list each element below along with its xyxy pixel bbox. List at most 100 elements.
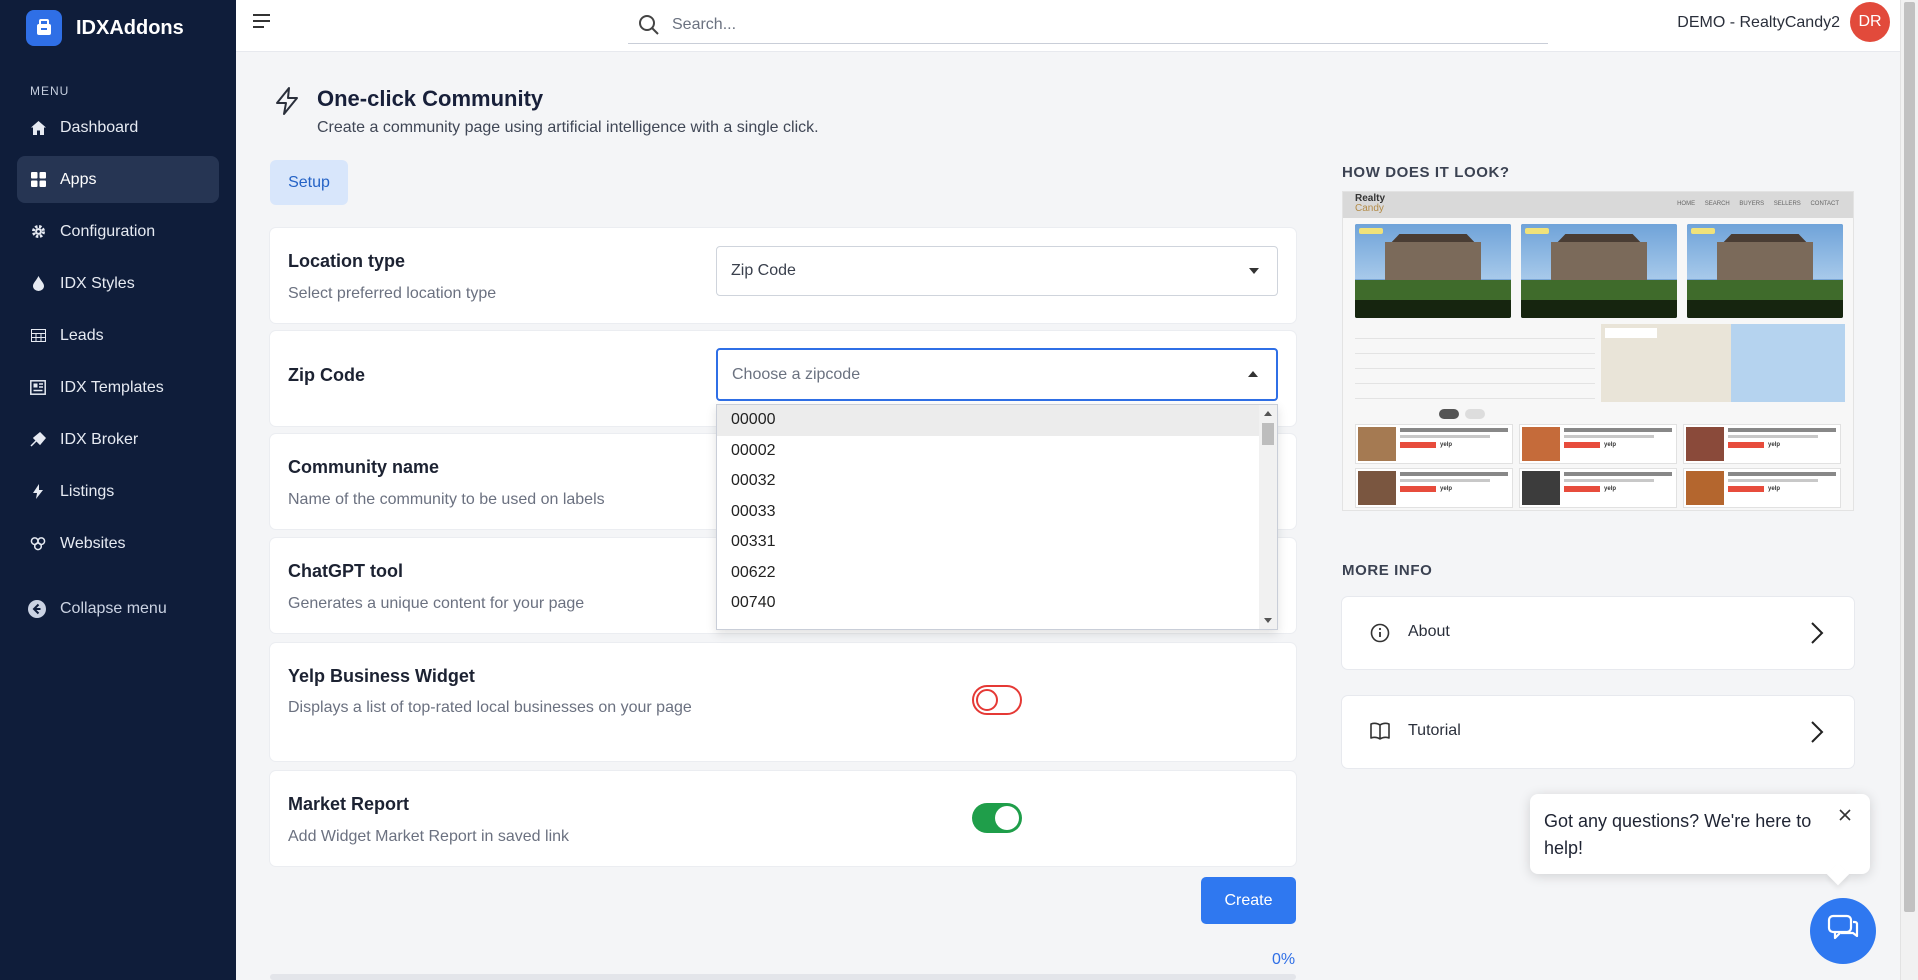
tutorial-card[interactable]: Tutorial: [1342, 696, 1854, 768]
sidebar-item-label: Leads: [60, 326, 104, 344]
sidebar-item-apps[interactable]: Apps: [17, 156, 219, 203]
location-type-row: Location type Select preferred location …: [270, 228, 1296, 323]
location-type-select[interactable]: Zip Code: [716, 246, 1278, 296]
create-button[interactable]: Create: [1201, 877, 1296, 924]
sidebar-item-label: Websites: [60, 534, 126, 552]
chatgpt-tool-desc: Generates a unique content for your page: [288, 595, 585, 612]
sidebar-nav: Dashboard Apps Configuration IDX Styles …: [17, 104, 219, 572]
yelp-widget-title: Yelp Business Widget: [288, 666, 475, 686]
zip-option[interactable]: 00622: [717, 558, 1277, 589]
chatgpt-tool-title: ChatGPT tool: [288, 561, 403, 581]
sidebar-item-label: Configuration: [60, 222, 156, 240]
table-icon: [30, 328, 46, 344]
progress-bar: [270, 974, 1296, 980]
sidebar-item-leads[interactable]: Leads: [17, 312, 219, 359]
brand[interactable]: IDXAddons: [26, 10, 184, 46]
location-type-title: Location type: [288, 251, 406, 271]
hamburger-menu-icon[interactable]: [252, 13, 274, 31]
page-scrollbar-thumb[interactable]: [1904, 2, 1915, 912]
home-icon: [30, 120, 46, 136]
yelp-label: yelp: [1604, 442, 1617, 448]
zip-option[interactable]: 00032: [717, 466, 1277, 497]
sidebar-item-idx-styles[interactable]: IDX Styles: [17, 260, 219, 307]
market-report-title: Market Report: [288, 794, 410, 814]
community-name-desc: Name of the community to be used on labe…: [288, 491, 605, 508]
preview-business-card: yelp: [1683, 424, 1841, 464]
tutorial-label: Tutorial: [1408, 722, 1461, 739]
yelp-label: yelp: [1440, 486, 1453, 492]
sidebar-item-configuration[interactable]: Configuration: [17, 208, 219, 255]
sidebar-item-idx-templates[interactable]: IDX Templates: [17, 364, 219, 411]
dropdown-scrollbar-thumb[interactable]: [1262, 423, 1274, 445]
brand-name: IDXAddons: [76, 16, 184, 39]
droplet-icon: [30, 276, 46, 292]
yelp-label: yelp: [1768, 442, 1781, 448]
preview-logo-bottom: Candy: [1355, 203, 1384, 214]
sidebar-item-idx-broker[interactable]: IDX Broker: [17, 416, 219, 463]
arrow-left-circle-icon: [28, 600, 46, 618]
websites-icon: [30, 536, 46, 552]
collapse-menu-label: Collapse menu: [60, 600, 167, 617]
chat-message: Got any questions? We're here to help!: [1544, 811, 1812, 858]
more-info-heading: MORE INFO: [1342, 562, 1433, 579]
collapse-menu-button[interactable]: Collapse menu: [28, 600, 167, 618]
sidebar-item-label: Apps: [60, 170, 97, 188]
preview-header: Realty Candy HOME SEARCH BUYERS SELLERS C…: [1343, 192, 1853, 218]
sidebar-item-label: Listings: [60, 482, 115, 500]
zip-option[interactable]: 00002: [717, 436, 1277, 467]
zip-option[interactable]: 00033: [717, 497, 1277, 528]
preview-business-card: yelp: [1683, 468, 1841, 508]
bolt-outline-icon: [272, 86, 302, 116]
zip-code-dropdown: 00000 00002 00032 00033 00331 00622 0074…: [716, 404, 1278, 630]
preview-listing-card: [1687, 224, 1843, 318]
sidebar-item-dashboard[interactable]: Dashboard: [17, 104, 219, 151]
user-name[interactable]: DEMO - RealtyCandy2: [1677, 14, 1840, 32]
page-scrollbar[interactable]: [1900, 0, 1918, 980]
zip-option[interactable]: 00740: [717, 588, 1277, 619]
zip-code-title: Zip Code: [288, 365, 365, 385]
chat-icon: [1827, 914, 1859, 949]
template-icon: [30, 380, 46, 396]
preview-business-card: yelp: [1519, 424, 1677, 464]
sidebar-item-label: IDX Templates: [60, 378, 164, 396]
preview-nav: HOME SEARCH BUYERS SELLERS CONTACT: [1677, 201, 1839, 207]
chevron-right-icon: [1810, 720, 1824, 744]
yelp-label: yelp: [1604, 486, 1617, 492]
about-card[interactable]: About: [1342, 597, 1854, 669]
preview-business-card: yelp: [1355, 424, 1513, 464]
avatar[interactable]: DR: [1850, 2, 1890, 42]
zip-code-select[interactable]: Choose a zipcode: [716, 348, 1278, 401]
market-report-toggle[interactable]: [972, 803, 1022, 833]
preview-listing-card: [1355, 224, 1511, 318]
caret-down-icon: [1249, 268, 1259, 274]
about-label: About: [1408, 623, 1450, 640]
zip-option[interactable]: 00331: [717, 527, 1277, 558]
scroll-down-icon[interactable]: [1264, 618, 1272, 623]
page-title: One-click Community: [317, 86, 544, 111]
preview-business-card: yelp: [1519, 468, 1677, 508]
progress-label: 0%: [1272, 951, 1296, 968]
scroll-up-icon[interactable]: [1264, 411, 1272, 416]
preview-map: [1601, 324, 1845, 402]
sidebar-item-listings[interactable]: Listings: [17, 468, 219, 515]
broker-icon: [30, 432, 46, 448]
topbar: DEMO - RealtyCandy2 DR: [236, 0, 1900, 52]
zip-option[interactable]: 00000: [717, 405, 1277, 436]
close-icon[interactable]: [1838, 808, 1852, 822]
tab-setup[interactable]: Setup: [270, 160, 348, 205]
sidebar-item-label: IDX Styles: [60, 274, 135, 292]
toggle-knob: [976, 689, 998, 711]
chat-bubble: Got any questions? We're here to help!: [1530, 794, 1870, 886]
dropdown-scrollbar[interactable]: [1259, 405, 1277, 629]
preview-image: Realty Candy HOME SEARCH BUYERS SELLERS C…: [1342, 191, 1854, 511]
preview-business-card: yelp: [1355, 468, 1513, 508]
yelp-widget-row: Yelp Business Widget Displays a list of …: [270, 643, 1296, 761]
chat-launcher-button[interactable]: [1810, 898, 1876, 964]
yelp-widget-toggle[interactable]: [972, 685, 1022, 715]
search-input[interactable]: [672, 15, 1492, 34]
yelp-widget-desc: Displays a list of top-rated local busin…: [288, 699, 692, 716]
caret-up-icon: [1248, 371, 1258, 377]
sidebar-item-websites[interactable]: Websites: [17, 520, 219, 567]
sidebar: IDXAddons MENU Dashboard Apps Configurat…: [0, 0, 236, 980]
search-bar: [628, 6, 1548, 44]
